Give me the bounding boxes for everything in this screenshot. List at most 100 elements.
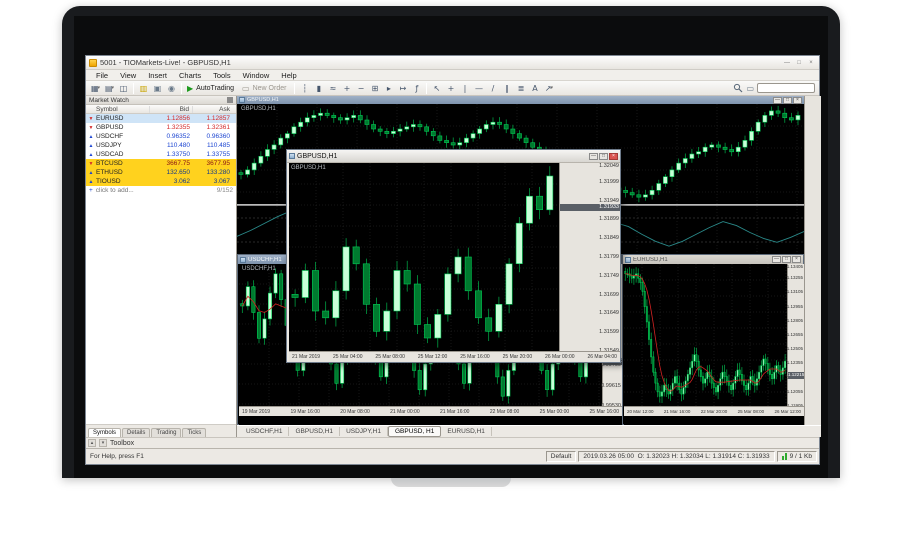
child-minimize-icon[interactable]: — xyxy=(773,97,782,104)
menu-window[interactable]: Window xyxy=(237,71,276,80)
dock-icon[interactable] xyxy=(227,97,233,103)
col-bid[interactable]: Bid xyxy=(150,106,193,113)
child-window-titlebar[interactable]: EURUSD,H1—□× xyxy=(623,255,803,264)
line-chart-icon[interactable]: ≈ xyxy=(326,82,339,95)
chart-plot-area[interactable] xyxy=(624,264,787,406)
chart-shift-icon[interactable]: ↦ xyxy=(396,82,409,95)
symbol-row-btcusd[interactable]: ▼BTCUSD3667.753677.95 xyxy=(86,159,236,168)
child-restore-icon[interactable]: □ xyxy=(782,256,791,263)
child-window-controls: —□× xyxy=(773,97,802,104)
search-input[interactable] xyxy=(757,83,815,93)
title-bar[interactable]: 5001 - TIOMarkets-Live! - GBPUSD,H1 —□× xyxy=(86,56,819,70)
child-close-icon[interactable]: × xyxy=(792,256,801,263)
date-axis-label: 21 Mar 2019 xyxy=(292,354,320,360)
menu-file[interactable]: File xyxy=(90,71,114,80)
col-ask[interactable]: Ask xyxy=(193,106,233,113)
arrows-icon[interactable]: ↗▾ xyxy=(542,82,555,95)
child-close-icon[interactable]: × xyxy=(609,153,618,160)
child-window-titlebar[interactable]: GBPUSD,H1 —□× xyxy=(237,96,804,104)
symbol-row-usdchf[interactable]: ▲USDCHF0.963520.96360 xyxy=(86,132,236,141)
candlestick-icon[interactable]: ▮ xyxy=(312,82,325,95)
symbol-row-usdjpy[interactable]: ▲USDJPY110.480110.485 xyxy=(86,141,236,150)
minimize-icon[interactable]: — xyxy=(782,60,792,66)
child-minimize-icon[interactable]: — xyxy=(772,256,781,263)
new-order-button[interactable]: ▭New Order xyxy=(240,84,291,93)
horizontal-line-icon[interactable]: — xyxy=(472,82,485,95)
price-axis-label: 1.31849 xyxy=(599,235,619,241)
window-layout-icon[interactable]: ◫ xyxy=(117,82,130,95)
auto-scroll-icon[interactable]: ▸ xyxy=(382,82,395,95)
date-axis-label: 26 Mar 04:00 xyxy=(587,354,616,360)
market-watch-header[interactable]: Market Watch xyxy=(86,96,236,105)
trendline-icon[interactable]: / xyxy=(486,82,499,95)
toolbox-bar[interactable]: ▴ ▾ Toolbox xyxy=(86,437,819,448)
chart-bottom-filler xyxy=(624,416,804,425)
price-axis[interactable]: 1.134051.132551.131051.129551.128051.126… xyxy=(787,264,804,406)
status-profile[interactable]: Default xyxy=(546,451,577,462)
dock-down-icon[interactable]: ▾ xyxy=(99,439,107,447)
price-axis[interactable]: 1.320491.319991.319491.318991.318491.317… xyxy=(559,163,620,351)
mw-tab-ticks[interactable]: Ticks xyxy=(182,428,206,437)
arrow-down-icon: ▼ xyxy=(88,125,94,131)
mw-tab-trading[interactable]: Trading xyxy=(151,428,181,437)
chart-window-gbpusd-floating[interactable]: GBPUSD,H1—□×GBPUSD,H11.320491.319991.319… xyxy=(286,149,621,363)
cursor-icon[interactable]: ↖ xyxy=(430,82,443,95)
data-window-icon[interactable]: ▣ xyxy=(151,82,164,95)
symbol-row-ethusd[interactable]: ▲ETHUSD132.650133.280 xyxy=(86,168,236,177)
date-axis[interactable]: 19 Mar 201919 Mar 16:0020 Mar 08:0021 Ma… xyxy=(239,406,622,416)
bar-chart-icon[interactable]: ┆ xyxy=(298,82,311,95)
date-axis[interactable]: 21 Mar 201925 Mar 04:0025 Mar 08:0025 Ma… xyxy=(289,351,620,362)
symbol-row-usdcad[interactable]: ▲USDCAD1.337501.33755 xyxy=(86,150,236,159)
vertical-line-icon[interactable]: | xyxy=(458,82,471,95)
autotrading-button[interactable]: ▶AutoTrading xyxy=(185,84,239,93)
menu-view[interactable]: View xyxy=(114,71,142,80)
menu-tools[interactable]: Tools xyxy=(207,71,237,80)
zoom-out-icon[interactable]: − xyxy=(354,82,367,95)
child-window-controls: —□× xyxy=(589,153,618,160)
profiles-icon[interactable]: ▤▾ xyxy=(103,82,116,95)
date-axis[interactable]: 20 Mar 12:0021 Mar 16:0022 Mar 20:0025 M… xyxy=(624,406,804,416)
navigator-icon[interactable]: ◉ xyxy=(165,82,178,95)
channel-icon[interactable]: ∥ xyxy=(500,82,513,95)
maximize-icon[interactable]: □ xyxy=(794,60,804,66)
child-close-icon[interactable]: × xyxy=(793,97,802,104)
new-chart-icon[interactable]: ▦▾ xyxy=(89,82,102,95)
chart-tab-usdjpyh1[interactable]: USDJPY,H1 xyxy=(340,427,388,436)
crosshair-icon[interactable]: + xyxy=(444,82,457,95)
menu-insert[interactable]: Insert xyxy=(142,71,173,80)
symbol-row-eurusd[interactable]: ▼EURUSD1.128561.12857 xyxy=(86,114,236,123)
chart-tab-eurusdh1[interactable]: EURUSD,H1 xyxy=(441,427,492,436)
fibonacci-icon[interactable]: ≣ xyxy=(514,82,527,95)
dock-up-icon[interactable]: ▴ xyxy=(88,439,96,447)
tile-windows-icon[interactable]: ⊞ xyxy=(368,82,381,95)
child-minimize-icon[interactable]: — xyxy=(589,153,598,160)
toolbar-separator xyxy=(133,83,134,94)
symbol-name: USDCHF xyxy=(96,133,123,140)
text-icon[interactable]: A xyxy=(528,82,541,95)
mw-tab-details[interactable]: Details xyxy=(122,428,150,437)
add-symbol-row[interactable]: +click to add...9/152 xyxy=(86,186,236,195)
child-window-title: GBPUSD,H1 xyxy=(247,97,279,103)
child-restore-icon[interactable]: □ xyxy=(599,153,608,160)
col-symbol[interactable]: Symbol xyxy=(86,106,150,113)
symbol-row-gbpusd[interactable]: ▼GBPUSD1.323551.32361 xyxy=(86,123,236,132)
zoom-in-icon[interactable]: + xyxy=(340,82,353,95)
search-icon[interactable] xyxy=(733,83,743,93)
chart-tab-gbpusdh1[interactable]: GBPUSD,H1 xyxy=(289,427,340,436)
child-restore-icon[interactable]: □ xyxy=(783,97,792,104)
menu-help[interactable]: Help xyxy=(275,71,302,80)
market-watch-icon[interactable]: ▥ xyxy=(137,82,150,95)
chart-plot-area[interactable] xyxy=(289,163,559,351)
close-icon[interactable]: × xyxy=(806,60,816,66)
price-axis-label: 1.31699 xyxy=(599,292,619,298)
mw-tab-symbols[interactable]: Symbols xyxy=(88,428,121,437)
indicators-icon[interactable]: ƒ xyxy=(410,82,423,95)
date-axis-label: 26 Mar 12:00 xyxy=(774,409,801,414)
chat-icon[interactable]: ▭ xyxy=(746,84,754,93)
chart-tab-usdchfh1[interactable]: USDCHF,H1 xyxy=(240,427,289,436)
child-window-titlebar[interactable]: GBPUSD,H1—□× xyxy=(287,150,620,163)
symbol-row-tiousd[interactable]: ▲TIOUSD3.0623.067 xyxy=(86,177,236,186)
menu-charts[interactable]: Charts xyxy=(173,71,207,80)
chart-tab-gbpusdh1[interactable]: GBPUSD, H1 xyxy=(388,426,441,437)
chart-window-eurusd[interactable]: EURUSD,H1—□×1.134051.132551.131051.12955… xyxy=(622,254,804,425)
